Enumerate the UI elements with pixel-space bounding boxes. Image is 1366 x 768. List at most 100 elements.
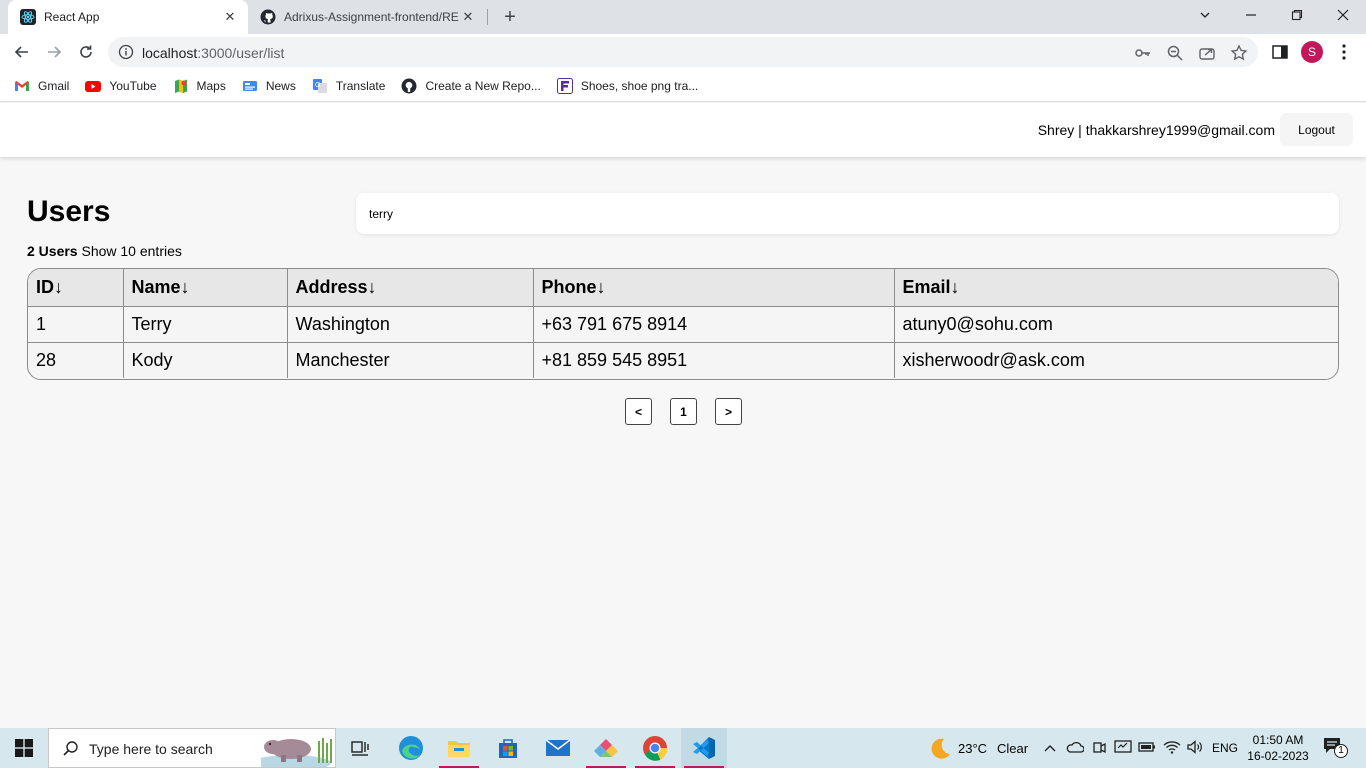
git-kraken-icon[interactable] [583, 728, 629, 768]
notification-center-button[interactable]: 1 [1322, 736, 1348, 760]
menu-kebab-icon[interactable] [1334, 42, 1354, 62]
sort-arrow-icon[interactable]: ↓ [597, 277, 606, 297]
sort-arrow-icon[interactable]: ↓ [951, 277, 960, 297]
wifi-icon[interactable] [1163, 739, 1181, 755]
volume-icon[interactable] [1186, 739, 1204, 755]
page-content: Shrey | thakkarshrey1999@gmail.com Logou… [0, 103, 1366, 728]
start-button[interactable] [0, 728, 48, 768]
cell-address: Manchester [287, 342, 534, 378]
bookmark-label: YouTube [109, 78, 157, 93]
weather-condition[interactable]: Clear [997, 741, 1028, 756]
app-navbar: Shrey | thakkarshrey1999@gmail.com Logou… [0, 103, 1366, 157]
column-header-id[interactable]: ID↓ [28, 269, 124, 307]
tab-react-app[interactable]: React App ✕ [8, 0, 248, 34]
onedrive-cloud-icon[interactable] [1066, 740, 1084, 754]
tab-search-chevron-icon[interactable] [1182, 0, 1228, 30]
bookmark-translate[interactable]: G Translate [312, 78, 386, 94]
sort-arrow-icon[interactable]: ↓ [54, 277, 63, 297]
url-path: :3000/user/list [197, 45, 285, 61]
bookmark-maps[interactable]: Maps [173, 78, 226, 94]
bookmark-label: Shoes, shoe png tra... [580, 78, 699, 93]
close-tab-icon[interactable]: ✕ [222, 9, 238, 25]
prev-page-button[interactable]: < [625, 398, 652, 425]
battery-icon[interactable] [1138, 740, 1156, 754]
vscode-icon[interactable] [681, 728, 727, 768]
column-header-name[interactable]: Name↓ [123, 269, 288, 307]
search-icon [63, 741, 78, 756]
bookmark-gmail[interactable]: Gmail [14, 78, 69, 94]
bookmark-label: Create a New Repo... [425, 78, 541, 93]
bookmark-shoes[interactable]: Shoes, shoe png tra... [556, 77, 699, 94]
column-header-email[interactable]: Email↓ [894, 269, 1338, 307]
mail-icon[interactable] [535, 728, 581, 768]
users-summary: 2 Users Show 10 entries [27, 243, 182, 259]
youtube-icon [85, 80, 102, 92]
new-tab-button[interactable]: + [498, 5, 522, 29]
tab-title: React App [44, 10, 100, 24]
zoom-icon[interactable] [1166, 44, 1184, 62]
input-language[interactable]: ENG [1212, 741, 1238, 755]
show-hidden-icons-chevron-icon[interactable] [1043, 742, 1057, 754]
key-icon[interactable] [1134, 44, 1152, 62]
sort-arrow-icon[interactable]: ↓ [368, 277, 377, 297]
maps-icon [174, 79, 187, 93]
tab-github[interactable]: Adrixus-Assignment-frontend/RE ✕ [250, 0, 486, 34]
restore-icon[interactable] [1274, 0, 1320, 30]
tab-separator [487, 9, 488, 25]
translate-icon: G [312, 78, 327, 93]
forward-arrow-icon[interactable] [40, 38, 68, 66]
search-input[interactable] [356, 193, 1339, 234]
users-count: 2 Users [27, 243, 78, 259]
cell-name: Kody [123, 342, 288, 378]
clock-date: 16-02-2023 [1247, 749, 1309, 763]
user-info: Shrey | thakkarshrey1999@gmail.com [1037, 122, 1275, 138]
side-panel-icon[interactable] [1270, 42, 1290, 62]
meet-now-icon[interactable] [1092, 740, 1106, 756]
site-info-icon[interactable] [118, 44, 134, 60]
back-arrow-icon[interactable] [8, 38, 36, 66]
url-host: localhost [142, 45, 198, 61]
microsoft-store-icon[interactable] [485, 728, 531, 768]
close-tab-icon[interactable]: ✕ [460, 9, 476, 25]
address-bar[interactable]: localhost:3000/user/list [108, 37, 1258, 67]
display-settings-icon[interactable] [1114, 739, 1132, 755]
weather-temperature[interactable]: 23°C [958, 741, 987, 756]
header-label: Phone [541, 276, 597, 297]
bookmark-news[interactable]: News [242, 78, 296, 94]
next-page-button[interactable]: > [715, 398, 742, 425]
reload-icon[interactable] [72, 38, 100, 66]
minimize-icon[interactable] [1228, 0, 1274, 30]
close-window-icon[interactable] [1320, 0, 1366, 30]
table-row: 1 Terry Washington +63 791 675 8914 atun… [28, 306, 1338, 343]
weather-moon-icon[interactable] [926, 736, 952, 760]
column-header-phone[interactable]: Phone↓ [533, 269, 895, 307]
chrome-icon[interactable] [632, 728, 678, 768]
notification-count-badge: 1 [1334, 744, 1348, 758]
sort-arrow-icon[interactable]: ↓ [181, 277, 190, 297]
header-label: Name [131, 276, 181, 297]
bookmark-youtube[interactable]: YouTube [85, 78, 157, 94]
table-header-row: ID↓ Name↓ Address↓ Phone↓ Email↓ [28, 269, 1338, 307]
taskbar-search-box[interactable]: Type here to search [48, 728, 336, 768]
cell-phone: +81 859 545 8951 [533, 342, 895, 378]
taskbar-clock[interactable]: 01:50 AM 16-02-2023 [1246, 732, 1310, 764]
page-number-button[interactable]: 1 [670, 398, 697, 425]
browser-toolbar: localhost:3000/user/list S [0, 34, 1366, 70]
cell-email: xisherwoodr@ask.com [902, 349, 1085, 370]
file-explorer-icon[interactable] [436, 728, 482, 768]
bookmark-create-repo[interactable]: Create a New Repo... [401, 78, 541, 94]
shoes-icon [556, 77, 573, 94]
edge-browser-icon[interactable] [388, 728, 434, 768]
entries-label: Show 10 entries [77, 243, 182, 259]
bookmark-star-icon[interactable] [1230, 44, 1248, 62]
profile-avatar[interactable]: S [1301, 41, 1323, 63]
column-header-address[interactable]: Address↓ [287, 269, 534, 307]
task-view-icon[interactable] [337, 728, 383, 768]
share-icon[interactable] [1198, 44, 1216, 62]
logout-button[interactable]: Logout [1280, 113, 1353, 146]
bookmark-label: Translate [335, 78, 386, 93]
cell-id: 28 [28, 342, 124, 378]
bookmark-label: Maps [196, 78, 226, 93]
react-favicon-icon [20, 9, 36, 25]
taskbar-search-placeholder: Type here to search [89, 741, 213, 757]
